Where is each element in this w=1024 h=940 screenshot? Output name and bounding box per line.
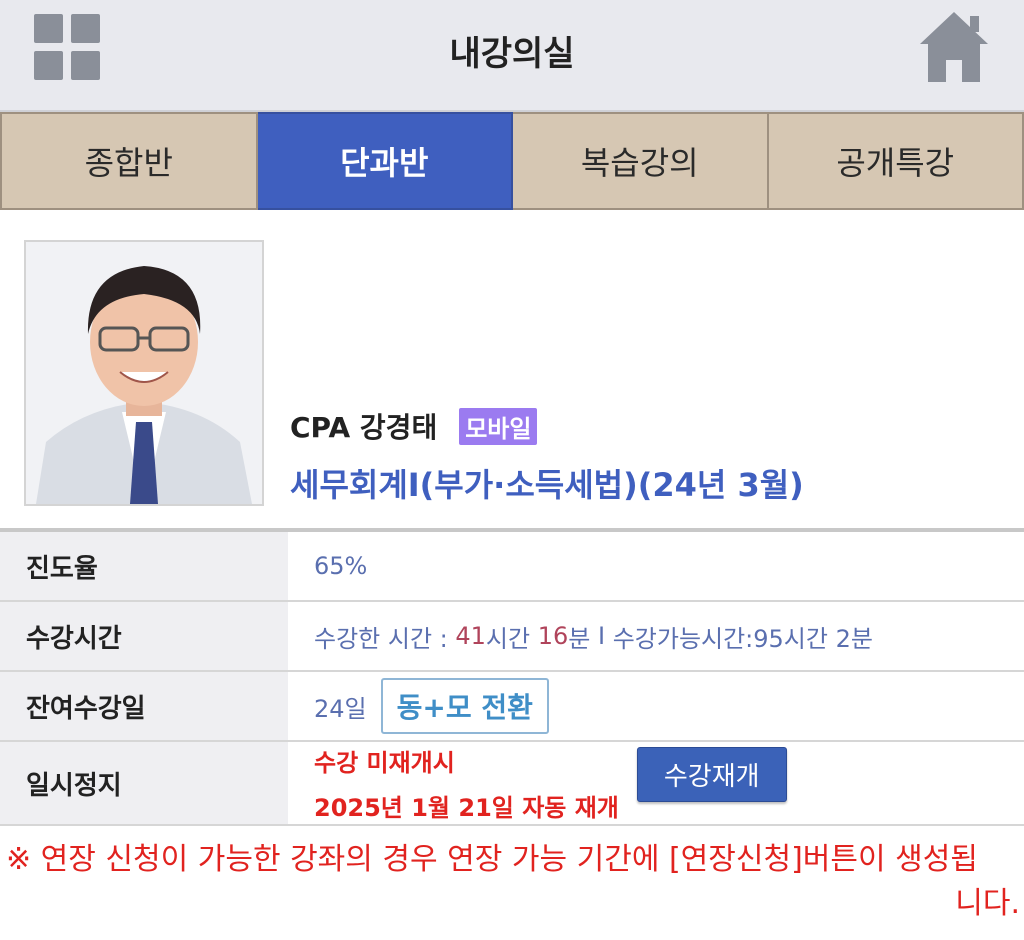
study-time-row: 수강시간 수강한 시간 : 41 시간 16 분 I 수강가능시간:95시간 2… — [0, 602, 1024, 672]
pause-status-text: 수강 미재개시 — [314, 749, 455, 777]
tab-open-lecture[interactable]: 공개특강 — [768, 112, 1024, 210]
remaining-days: 24일 — [314, 694, 367, 723]
app-header: 내강의실 — [0, 0, 1024, 112]
notice-line-2: 니다. — [955, 886, 1020, 921]
mobile-badge: 모바일 — [459, 407, 538, 445]
tab-comprehensive[interactable]: 종합반 — [0, 112, 258, 210]
notice-line-1: ※ 연장 신청이 가능한 강좌의 경우 연장 가능 기간에 [연장신청]버튼이 … — [6, 842, 978, 877]
study-minutes-unit: 분 — [568, 624, 591, 653]
extension-notice: ※ 연장 신청이 가능한 강좌의 경우 연장 가능 기간에 [연장신청]버튼이 … — [6, 838, 1020, 926]
tab-bar: 종합반 단과반 복습강의 공개특강 — [0, 112, 1024, 212]
pause-label: 일시정지 — [0, 742, 288, 824]
available-time: 수강가능시간:95시간 2분 — [612, 624, 873, 653]
teacher-name: CPA 강경태 — [290, 411, 438, 444]
switch-mode-button[interactable]: 동+모 전환 — [380, 678, 549, 734]
study-time-value: 수강한 시간 : 41 시간 16 분 I 수강가능시간:95시간 2분 — [288, 602, 1024, 670]
remaining-days-row: 잔여수강일 24일 동+모 전환 — [0, 672, 1024, 742]
home-icon[interactable] — [918, 10, 990, 84]
pause-row: 일시정지 수강 미재개시 2025년 1월 21일 자동 재개 수강재개 — [0, 742, 1024, 826]
course-info-table: 진도율 65% 수강시간 수강한 시간 : 41 시간 16 분 I 수강가능시… — [0, 528, 1024, 826]
progress-label: 진도율 — [0, 532, 288, 600]
remaining-days-value: 24일 동+모 전환 — [288, 672, 1024, 740]
pause-value: 수강 미재개시 2025년 1월 21일 자동 재개 수강재개 — [288, 742, 1024, 824]
study-time-separator: I — [590, 622, 613, 650]
course-header: CPA 강경태 모바일 — [290, 406, 538, 446]
teacher-photo — [24, 240, 264, 506]
remaining-days-label: 잔여수강일 — [0, 672, 288, 740]
study-time-label: 수강시간 — [0, 602, 288, 670]
study-time-prefix: 수강한 시간 : — [314, 624, 456, 653]
tab-single-course[interactable]: 단과반 — [257, 112, 513, 210]
page-title: 내강의실 — [449, 34, 575, 74]
study-minutes: 16 — [537, 622, 569, 650]
study-hours: 41 — [455, 622, 486, 650]
progress-row: 진도율 65% — [0, 532, 1024, 602]
tab-review[interactable]: 복습강의 — [513, 112, 769, 210]
course-title[interactable]: 세무회계I(부가·소득세법)(24년 3월) — [290, 460, 804, 506]
resume-button[interactable]: 수강재개 — [636, 746, 787, 802]
progress-value: 65% — [314, 552, 368, 580]
auto-resume-date: 2025년 1월 21일 자동 재개 — [314, 794, 619, 822]
study-hours-unit: 시간 — [485, 624, 538, 653]
pause-status: 수강 미재개시 2025년 1월 21일 자동 재개 — [314, 743, 619, 823]
